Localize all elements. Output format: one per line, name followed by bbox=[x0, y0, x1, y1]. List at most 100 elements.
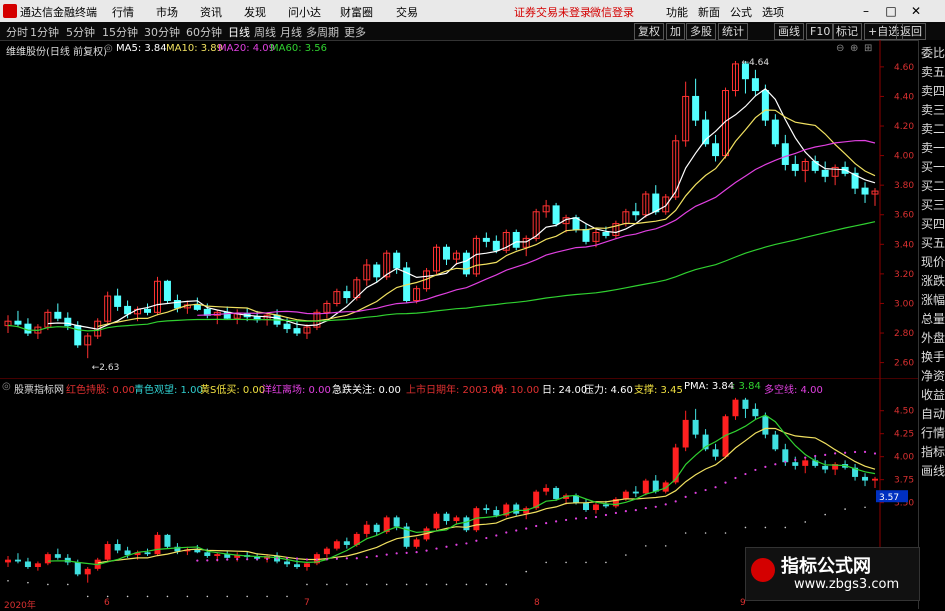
btn-fanhui[interactable]: 返回 bbox=[896, 23, 926, 40]
side-item-1[interactable]: 卖五 bbox=[921, 63, 945, 80]
period-60min[interactable]: 60分钟 bbox=[186, 24, 222, 40]
price-tick-label: 3.40 bbox=[894, 240, 914, 250]
period-weekly[interactable]: 周线 bbox=[254, 24, 276, 40]
longshort-dot bbox=[475, 539, 478, 542]
stock-title: 维维股份(日线 前复权) bbox=[6, 47, 107, 58]
indicator-bar bbox=[393, 517, 400, 527]
longshort-dot bbox=[445, 545, 448, 548]
toolbar-xinmian[interactable]: 新面 bbox=[698, 4, 720, 20]
indicator-bar bbox=[543, 487, 550, 492]
support-dot bbox=[106, 595, 109, 598]
side-item-19[interactable]: 自动 bbox=[921, 405, 945, 422]
indicator-bar bbox=[214, 554, 221, 556]
indicator-bar bbox=[303, 563, 310, 568]
period-monthly[interactable]: 月线 bbox=[280, 24, 302, 40]
indicator-bar bbox=[144, 552, 151, 555]
side-item-20[interactable]: 行情 bbox=[921, 424, 945, 441]
indicator-bar bbox=[164, 534, 171, 547]
btn-jia[interactable]: 加 bbox=[666, 23, 685, 40]
side-item-14[interactable]: 总量 bbox=[921, 310, 945, 327]
btn-f10[interactable]: F10 bbox=[806, 23, 835, 40]
period-fenshi[interactable]: 分时 bbox=[6, 24, 28, 40]
side-item-8[interactable]: 买三 bbox=[921, 196, 945, 213]
side-item-7[interactable]: 买二 bbox=[921, 177, 945, 194]
btn-duogu[interactable]: 多股 bbox=[686, 23, 716, 40]
period-more[interactable]: 更多 bbox=[344, 24, 366, 40]
side-item-3[interactable]: 卖三 bbox=[921, 101, 945, 118]
menu-wenxiaoda[interactable]: 问小达 bbox=[288, 4, 321, 20]
ind-cyan-watch: 青色观望: 1.00 bbox=[134, 385, 203, 396]
support-dot bbox=[246, 595, 248, 598]
longshort-dot bbox=[305, 558, 309, 561]
kline-chart[interactable]: 4.60 4.40 4.20 4.00 3.80 3.60 3.40 3.20 3.00 2.80… bbox=[0, 40, 918, 378]
longshort-dot bbox=[246, 558, 249, 561]
longshort-dot bbox=[694, 491, 697, 494]
side-item-4[interactable]: 卖二 bbox=[921, 120, 945, 137]
btn-huaxian[interactable]: 画线 bbox=[774, 23, 804, 40]
candle-body bbox=[373, 264, 381, 278]
side-item-18[interactable]: 收益 bbox=[921, 386, 945, 403]
maximize-icon[interactable]: □ bbox=[880, 2, 902, 20]
longshort-dot bbox=[405, 551, 408, 554]
period-15min[interactable]: 15分钟 bbox=[102, 24, 138, 40]
minimize-icon[interactable]: – bbox=[855, 2, 877, 20]
period-multi[interactable]: 多周期 bbox=[306, 24, 339, 40]
support-dot bbox=[804, 521, 807, 523]
longshort-dot bbox=[425, 549, 428, 552]
low-price-label: ←2.63 bbox=[92, 363, 120, 373]
ind-month: 月: 10.00 bbox=[494, 385, 540, 396]
side-item-6[interactable]: 买一 bbox=[921, 158, 945, 175]
menu-hangqing[interactable]: 行情 bbox=[112, 4, 134, 20]
toolbar-gongshi[interactable]: 公式 bbox=[730, 4, 752, 20]
settings-icon[interactable]: ◎ bbox=[104, 43, 113, 54]
period-daily[interactable]: 日线 bbox=[228, 24, 250, 40]
indicator-settings-icon[interactable]: ◎ bbox=[2, 381, 11, 392]
side-item-21[interactable]: 指标 bbox=[921, 443, 945, 460]
toolbar-gongneng[interactable]: 功能 bbox=[666, 4, 688, 20]
side-item-9[interactable]: 买四 bbox=[921, 215, 945, 232]
indicator-bar bbox=[84, 568, 91, 575]
expand-icon[interactable]: ⊞ bbox=[864, 43, 872, 54]
menu-zixun[interactable]: 资讯 bbox=[200, 4, 222, 20]
zoom-in-icon[interactable]: ⊕ bbox=[850, 43, 858, 54]
btn-biaoji[interactable]: 标记 bbox=[832, 23, 862, 40]
side-item-22[interactable]: 画线 bbox=[921, 462, 945, 479]
side-item-17[interactable]: 净资 bbox=[921, 367, 945, 384]
menu-faxian[interactable]: 发现 bbox=[244, 4, 266, 20]
ind-drop-alert: 急跌关注: 0.00 bbox=[332, 385, 401, 396]
indicator-bar bbox=[602, 504, 609, 507]
support-dot bbox=[644, 545, 647, 547]
menu-shichang[interactable]: 市场 bbox=[156, 4, 178, 20]
toolbar-xuanxiang[interactable]: 选项 bbox=[762, 4, 784, 20]
support-dot bbox=[764, 526, 767, 529]
side-item-15[interactable]: 外盘 bbox=[921, 329, 945, 346]
side-item-0[interactable]: 委比 bbox=[921, 44, 945, 61]
wechat-login-link[interactable]: 微信登录 bbox=[590, 4, 634, 20]
indicator-bar bbox=[772, 434, 779, 450]
longshort-dot bbox=[774, 463, 777, 466]
side-item-2[interactable]: 卖四 bbox=[921, 82, 945, 99]
menu-caifuquan[interactable]: 财富圈 bbox=[340, 4, 373, 20]
support-dot bbox=[505, 583, 508, 586]
indicator-bar bbox=[483, 508, 490, 511]
period-30min[interactable]: 30分钟 bbox=[144, 24, 180, 40]
indicator-bar bbox=[862, 476, 869, 481]
side-item-11[interactable]: 现价 bbox=[921, 253, 945, 270]
side-item-16[interactable]: 换手 bbox=[921, 348, 945, 365]
x-label-8: 8 bbox=[534, 598, 540, 608]
btn-tongji[interactable]: 统计 bbox=[718, 23, 748, 40]
period-5min[interactable]: 5分钟 bbox=[66, 24, 95, 40]
menu-jiaoyi[interactable]: 交易 bbox=[396, 4, 418, 20]
ind-pressure: 压力: 4.60 bbox=[584, 385, 633, 396]
support-dot bbox=[186, 595, 189, 598]
close-icon[interactable]: ✕ bbox=[905, 2, 927, 20]
candle-body bbox=[124, 305, 132, 315]
btn-fuquan[interactable]: 复权 bbox=[634, 23, 664, 40]
candle-body bbox=[771, 119, 779, 145]
side-item-12[interactable]: 涨跌 bbox=[921, 272, 945, 289]
side-item-10[interactable]: 买五 bbox=[921, 234, 945, 251]
side-item-13[interactable]: 涨幅 bbox=[921, 291, 945, 308]
period-1min[interactable]: 1分钟 bbox=[30, 24, 59, 40]
zoom-out-icon[interactable]: ⊖ bbox=[836, 43, 844, 54]
side-item-5[interactable]: 卖一 bbox=[921, 139, 945, 156]
